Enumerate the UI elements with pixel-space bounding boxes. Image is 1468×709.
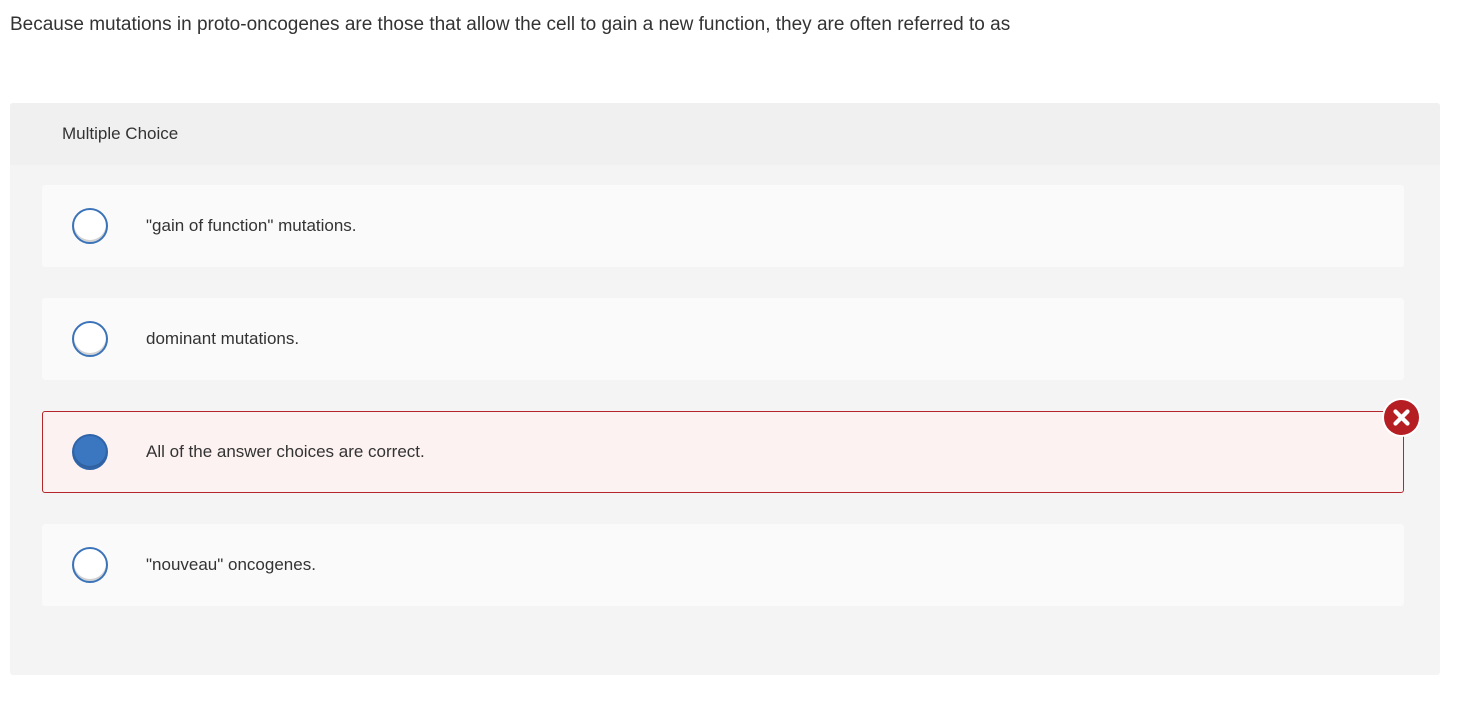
question-text: Because mutations in proto-oncogenes are… <box>10 14 1011 35</box>
question-type-label: Multiple Choice <box>62 124 179 143</box>
answer-choice-3-selected-incorrect[interactable]: All of the answer choices are correct. <box>42 411 1404 493</box>
radio-button-unselected[interactable] <box>72 321 108 357</box>
answer-choice-label: All of the answer choices are correct. <box>146 442 425 461</box>
answer-choice-label: "nouveau" oncogenes. <box>146 555 316 574</box>
answer-choice-4[interactable]: "nouveau" oncogenes. <box>42 524 1404 606</box>
incorrect-x-icon <box>1384 400 1419 435</box>
radio-button-unselected[interactable] <box>72 208 108 244</box>
answer-choice-2[interactable]: dominant mutations. <box>42 298 1404 380</box>
radio-button-unselected[interactable] <box>72 547 108 583</box>
answer-choice-label: dominant mutations. <box>146 329 300 348</box>
answer-choice-1[interactable]: "gain of function" mutations. <box>42 185 1404 267</box>
answer-choice-label: "gain of function" mutations. <box>146 216 357 235</box>
radio-button-selected[interactable] <box>72 434 108 470</box>
multiple-choice-header: Multiple Choice <box>10 103 1440 165</box>
